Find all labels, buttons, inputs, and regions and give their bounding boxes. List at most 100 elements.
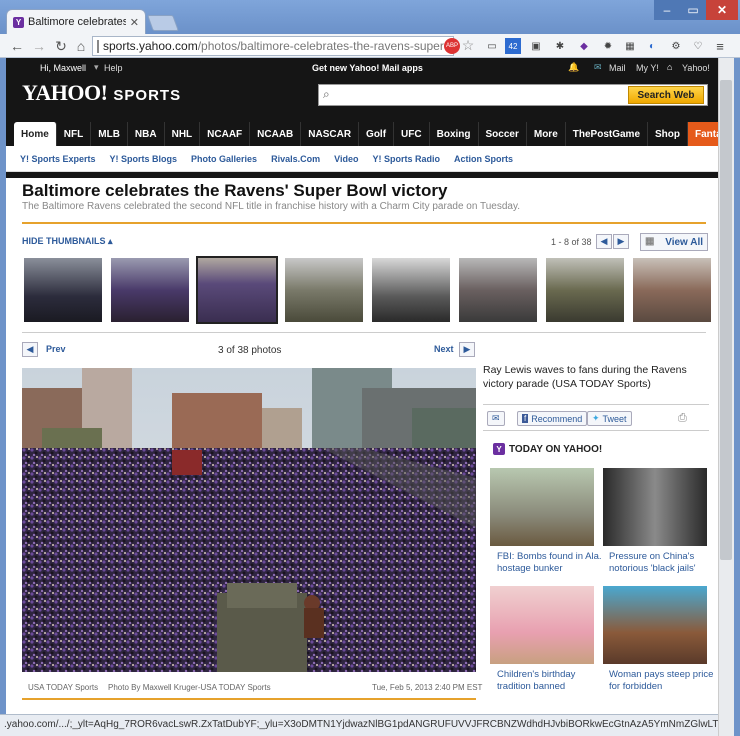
address-bar[interactable]: sports.yahoo.com/photos/baltimore-celebr…: [92, 36, 454, 56]
story-image[interactable]: [490, 586, 594, 664]
yahoo-sports-logo[interactable]: YAHOO! SPORTS: [22, 80, 181, 106]
story-link[interactable]: Pressure on China's notorious 'black jai…: [609, 551, 717, 575]
thumbnail-selected[interactable]: [196, 256, 278, 324]
thumb-prev-button[interactable]: ◀: [596, 234, 612, 249]
browser-tab[interactable]: Y Baltimore celebrates the R ✕: [6, 9, 146, 34]
maximize-button[interactable]: ▭: [680, 0, 706, 20]
main-photo[interactable]: [22, 368, 476, 672]
photo-credit: Photo By Maxwell Kruger-USA TODAY Sports: [108, 683, 271, 692]
back-icon[interactable]: ←: [8, 37, 26, 55]
thumbnail[interactable]: [111, 258, 189, 322]
page-subtitle: The Baltimore Ravens celebrated the seco…: [22, 201, 521, 212]
today-title: TODAY ON YAHOO!: [509, 443, 603, 455]
today-header: Y TODAY ON YAHOO!: [493, 443, 602, 455]
twitter-icon: ✦: [592, 413, 600, 423]
nav-nba[interactable]: NBA: [128, 122, 165, 146]
nav-golf[interactable]: Golf: [359, 122, 395, 146]
abp-icon[interactable]: ABP: [444, 38, 460, 54]
status-bar: .yahoo.com/.../;_ylt=AqHg_7ROR6vacLswR.Z…: [0, 714, 718, 736]
thumbnail[interactable]: [459, 258, 537, 322]
puzzle-icon[interactable]: ✱: [552, 38, 568, 54]
image-icon[interactable]: ▣: [528, 38, 544, 54]
nav-home[interactable]: Home: [14, 122, 57, 146]
next-link[interactable]: Next: [434, 344, 454, 354]
tab-title: Baltimore celebrates the R: [28, 16, 126, 28]
nav-nascar[interactable]: NASCAR: [301, 122, 360, 146]
menu-icon[interactable]: ≡: [712, 38, 728, 54]
scrollbar-thumb[interactable]: [720, 80, 732, 560]
main-nav: Home NFL MLB NBA NHL NCAAF NCAAB NASCAR …: [14, 122, 718, 146]
subnav-galleries[interactable]: Photo Galleries: [191, 154, 257, 164]
pocket-icon[interactable]: ♡: [690, 38, 706, 54]
nav-shop[interactable]: Shop: [648, 122, 689, 146]
print-icon[interactable]: ⎙: [678, 412, 687, 425]
mail-link[interactable]: Mail: [609, 63, 626, 73]
nav-ncaab[interactable]: NCAAB: [250, 122, 302, 146]
close-window-button[interactable]: ✕: [706, 0, 738, 20]
nav-more[interactable]: More: [527, 122, 566, 146]
close-tab-icon[interactable]: ✕: [130, 16, 139, 29]
story-link[interactable]: Woman pays steep price for forbidden: [609, 669, 717, 693]
new-tab-button[interactable]: [147, 15, 179, 31]
bookmark-star-icon[interactable]: ☆: [460, 37, 476, 53]
thumbnail[interactable]: [633, 258, 711, 322]
tweet-label: Tweet: [602, 413, 627, 424]
story-image[interactable]: [490, 468, 594, 546]
forward-icon[interactable]: →: [30, 37, 48, 55]
nav-boxing[interactable]: Boxing: [430, 122, 479, 146]
promo-link[interactable]: Get new Yahoo! Mail apps: [312, 63, 423, 73]
story-link[interactable]: FBI: Bombs found in Ala. hostage bunker: [497, 551, 605, 575]
nav-nfl[interactable]: NFL: [57, 122, 92, 146]
logo-sub: SPORTS: [113, 87, 182, 104]
search-web-button[interactable]: Search Web: [628, 86, 704, 104]
prev-button[interactable]: ◀: [22, 342, 38, 357]
grid-icon[interactable]: ▦: [622, 38, 638, 54]
gear-ext-icon[interactable]: ✹: [600, 38, 616, 54]
subnav-action[interactable]: Action Sports: [454, 154, 513, 164]
nav-soccer[interactable]: Soccer: [479, 122, 527, 146]
yahoo-link[interactable]: Yahoo!: [682, 63, 710, 73]
recommend-button[interactable]: f Recommend: [517, 411, 588, 426]
thumbnail[interactable]: [372, 258, 450, 322]
minimize-button[interactable]: –: [654, 0, 680, 20]
photo-count: 3 of 38 photos: [218, 345, 282, 356]
story-link[interactable]: Children's birthday tradition banned: [497, 669, 605, 693]
subnav-video[interactable]: Video: [334, 154, 358, 164]
email-button[interactable]: ✉: [487, 411, 505, 426]
story-image[interactable]: [603, 586, 707, 664]
recommend-label: Recommend: [531, 413, 583, 424]
help-link[interactable]: Help: [104, 63, 123, 73]
thumbnail[interactable]: [24, 258, 102, 322]
subnav-blogs[interactable]: Y! Sports Blogs: [110, 154, 178, 164]
user-greeting[interactable]: Hi, Maxwell: [40, 63, 86, 73]
tweet-button[interactable]: ✦ Tweet: [587, 411, 632, 426]
subnav-rivals[interactable]: Rivals.Com: [271, 154, 320, 164]
thumbnail[interactable]: [546, 258, 624, 322]
nav-fantasy[interactable]: Fantasy: [688, 122, 718, 146]
thumbnail[interactable]: [285, 258, 363, 322]
home-icon[interactable]: ⌂: [72, 37, 90, 55]
nav-thepostgame[interactable]: ThePostGame: [566, 122, 649, 146]
bell-icon[interactable]: 🔔: [568, 62, 579, 73]
ext-icon[interactable]: ◆: [576, 38, 592, 54]
hide-thumbnails-link[interactable]: HIDE THUMBNAILS ▴: [22, 236, 113, 247]
phone-icon[interactable]: ◐: [644, 38, 660, 54]
next-button[interactable]: ▶: [459, 342, 475, 357]
url-host: sports.yahoo.com: [103, 39, 198, 53]
my-yahoo-link[interactable]: My Y!: [636, 63, 659, 73]
thumb-next-button[interactable]: ▶: [613, 234, 629, 249]
subnav-experts[interactable]: Y! Sports Experts: [20, 154, 96, 164]
settings-icon[interactable]: ⚙: [668, 38, 684, 54]
nav-nhl[interactable]: NHL: [165, 122, 201, 146]
nav-ufc[interactable]: UFC: [394, 122, 430, 146]
photo-caption: Ray Lewis waves to fans during the Raven…: [483, 364, 687, 390]
view-all-button[interactable]: ▦ View All: [640, 233, 708, 251]
weather-icon[interactable]: 42: [505, 38, 521, 54]
reload-icon[interactable]: ↻: [52, 37, 70, 55]
reader-icon[interactable]: ▭: [484, 38, 500, 54]
prev-link[interactable]: Prev: [46, 344, 66, 354]
subnav-radio[interactable]: Y! Sports Radio: [372, 154, 440, 164]
story-image[interactable]: [603, 468, 707, 546]
nav-mlb[interactable]: MLB: [91, 122, 128, 146]
nav-ncaaf[interactable]: NCAAF: [200, 122, 251, 146]
